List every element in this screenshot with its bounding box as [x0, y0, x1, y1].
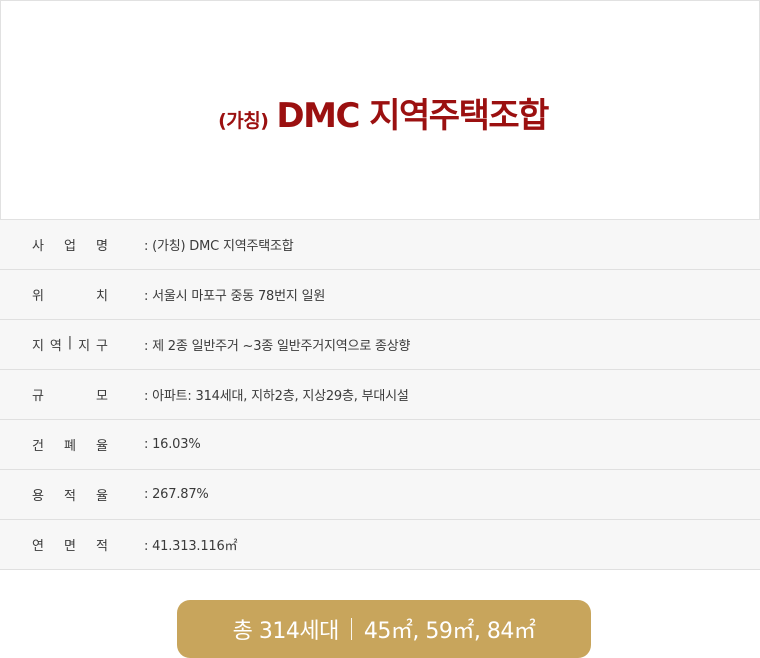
household-count: 총 314세대 [232, 619, 340, 644]
info-row-building-coverage: 건 폐 율 : 16.03% [0, 420, 760, 470]
info-label-floor-area-ratio: 용 적 율 [32, 489, 108, 504]
badge-divider [350, 618, 352, 640]
info-label-location: 위 치 [32, 289, 108, 304]
unit-sizes: 45㎡, 59㎡, 84㎡ [363, 619, 536, 644]
title-main: DMC 지역주택조합 [276, 95, 549, 136]
info-label-zoning: 지 역 | 지 구 [32, 335, 108, 354]
info-row-location: 위 치 : 서울시 마포구 중동 78번지 일원 [0, 270, 760, 320]
info-row-floor-area-ratio: 용 적 율 : 267.87% [0, 470, 760, 520]
info-value-location: : 서울시 마포구 중동 78번지 일원 [144, 289, 326, 304]
info-label-building-coverage: 건 폐 율 [32, 439, 108, 454]
title-prefix: (가칭) [218, 109, 269, 132]
info-label-scale: 규 모 [32, 389, 108, 404]
household-summary-badge: 총 314세대 45㎡, 59㎡, 84㎡ [177, 600, 591, 658]
info-row-scale: 규 모 : 아파트: 314세대, 지하2층, 지상29층, 부대시설 [0, 370, 760, 420]
project-info-table: 사 업 명 : (가칭) DMC 지역주택조합 위 치 : 서울시 마포구 중동… [0, 220, 760, 570]
info-label-project-name: 사 업 명 [32, 239, 108, 254]
info-value-zoning: : 제 2종 일반주거 ~3종 일반주거지역으로 종상향 [144, 339, 411, 354]
info-value-floor-area-ratio: : 267.87% [144, 487, 209, 502]
info-row-total-floor-area: 연 면 적 : 41.313.116㎡ [0, 520, 760, 570]
info-row-zoning: 지 역 | 지 구 : 제 2종 일반주거 ~3종 일반주거지역으로 종상향 [0, 320, 760, 370]
project-title: (가칭) DMC 지역주택조합 [218, 88, 549, 137]
info-label-total-floor-area: 연 면 적 [32, 539, 108, 554]
info-value-total-floor-area: : 41.313.116㎡ [144, 539, 238, 554]
info-value-scale: : 아파트: 314세대, 지하2층, 지상29층, 부대시설 [144, 389, 409, 404]
info-value-building-coverage: : 16.03% [144, 437, 201, 452]
info-value-project-name: : (가칭) DMC 지역주택조합 [144, 239, 294, 254]
project-title-panel: (가칭) DMC 지역주택조합 [0, 0, 760, 220]
info-row-project-name: 사 업 명 : (가칭) DMC 지역주택조합 [0, 220, 760, 270]
